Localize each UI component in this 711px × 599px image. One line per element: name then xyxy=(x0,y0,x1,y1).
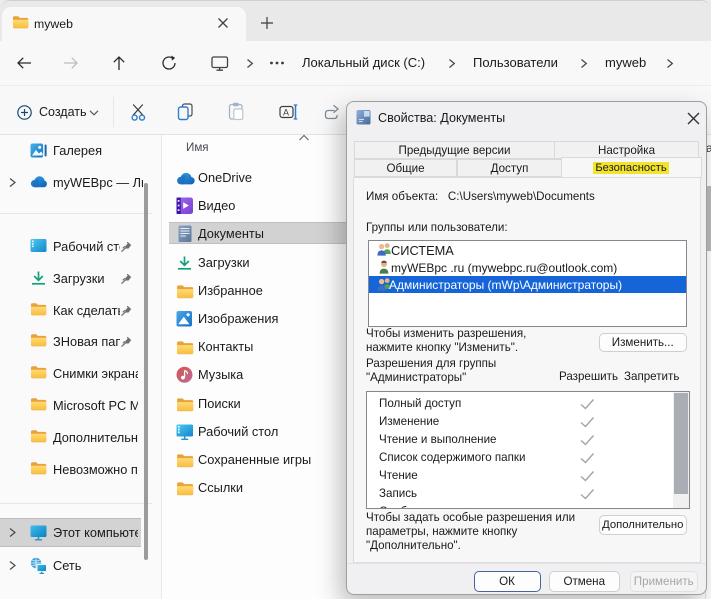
svg-text:A: A xyxy=(283,108,289,118)
